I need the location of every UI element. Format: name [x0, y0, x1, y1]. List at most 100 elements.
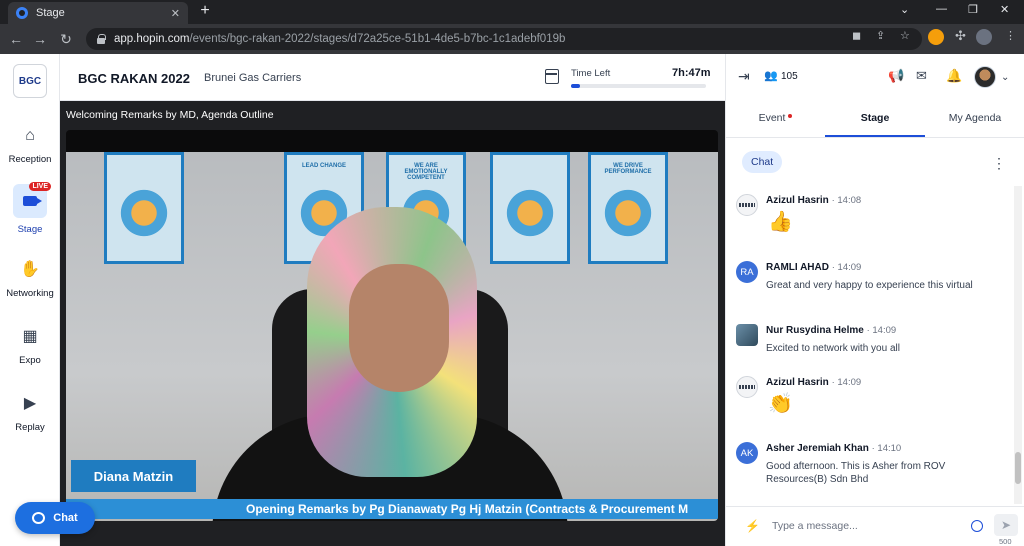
calendar-icon[interactable] [545, 69, 559, 84]
sidebar-item-expo[interactable]: ▦ Expo [0, 327, 60, 366]
share-icon[interactable]: ⇪ [876, 30, 885, 42]
avatar [736, 376, 758, 398]
avatar: RA [736, 261, 758, 283]
home-icon: ⌂ [25, 127, 35, 144]
sidebar-item-stage[interactable]: LIVE Stage [0, 182, 60, 235]
profile-avatar-icon[interactable] [976, 29, 992, 45]
reload-button[interactable]: ↻ [58, 31, 74, 47]
browser-tab[interactable]: Stage ✕ [8, 2, 188, 24]
tab-stage[interactable]: Stage [825, 112, 925, 124]
clapping-hands-icon: 👏 [768, 393, 793, 415]
bell-icon[interactable]: 🔔 [946, 69, 962, 83]
tab-my-agenda[interactable]: My Agenda [925, 112, 1024, 124]
extension-icon[interactable] [928, 29, 944, 45]
message-author[interactable]: Nur Rusydina Helme [766, 325, 864, 336]
event-logo[interactable]: BGC [13, 64, 47, 98]
hopin-favicon-icon [16, 7, 28, 19]
restore-button[interactable]: ❐ [968, 3, 978, 16]
forward-button[interactable]: → [32, 31, 48, 47]
lock-icon [96, 34, 106, 44]
sidebar-item-label: Expo [19, 355, 41, 366]
organizer-name[interactable]: Brunei Gas Carriers [204, 72, 301, 84]
message-input[interactable] [772, 516, 968, 536]
time-left-label: Time Left [571, 68, 611, 79]
chat-scrollbar[interactable] [1014, 186, 1022, 504]
message-text: Excited to network with you all [766, 343, 900, 354]
message-time: · 14:10 [871, 443, 902, 454]
browser-toolbar: ← → ↻ app.hopin.com/events/bgc-rakan-202… [0, 24, 1024, 54]
time-left-progress-fill [571, 84, 581, 88]
character-limit: 500 [999, 537, 1012, 546]
mute-tab-icon[interactable]: ✕ [171, 7, 180, 20]
message-author[interactable]: Asher Jeremiah Khan [766, 443, 869, 454]
url-path: /events/bgc-rakan-2022/stages/d72a25ce-5… [189, 33, 566, 45]
speaker-name-tag: Diana Matzin [71, 460, 196, 492]
event-title: BGC RAKAN 2022 [78, 71, 190, 86]
message-composer: ⚡ ➤ 500 [726, 506, 1024, 546]
message-time: · 14:09 [831, 262, 862, 273]
message-author[interactable]: RAMLI AHAD [766, 262, 829, 273]
handshake-icon: ✋ [20, 261, 40, 278]
lower-third-ticker: Opening Remarks by Pg Dianawaty Pg Hj Ma… [66, 499, 718, 519]
time-left-value: 7h:47m [672, 67, 711, 79]
speaker-face [349, 264, 449, 392]
sidebar-item-replay[interactable]: ▶ Replay [0, 394, 60, 433]
new-tab-button[interactable]: + [196, 2, 214, 20]
camera-blocked-icon[interactable]: ◼ [852, 30, 861, 42]
minimize-button[interactable]: — [936, 3, 947, 15]
tab-search-icon[interactable]: ⌄ [900, 3, 909, 16]
message-text: Great and very happy to experience this … [766, 280, 973, 291]
megaphone-icon[interactable]: 📢 [888, 69, 904, 83]
address-bar[interactable]: app.hopin.com/events/bgc-rakan-2022/stag… [86, 28, 922, 50]
chevron-down-icon[interactable]: ⌄ [1001, 71, 1009, 85]
message-author[interactable]: Azizul Hasrin [766, 195, 829, 206]
message-text: Good afternoon. This is Asher from ROV R… [766, 461, 946, 485]
message-time: · 14:08 [831, 195, 862, 206]
collapse-panel-icon[interactable]: ⇥ [738, 69, 750, 83]
browser-tab-bar: Stage ✕ + ⌄ — ❐ ✕ [0, 0, 1024, 24]
chat-messages[interactable]: Azizul Hasrin · 14:08 👍 RA RAMLI AHAD · … [726, 186, 1014, 504]
back-button[interactable]: ← [8, 31, 24, 47]
lightning-icon[interactable]: ⚡ [745, 519, 760, 533]
extensions-puzzle-icon[interactable]: ✣ [955, 29, 966, 42]
wall-poster: WE DRIVE PERFORMANCE [588, 152, 668, 264]
session-title: Welcoming Remarks by MD, Agenda Outline [66, 109, 274, 121]
tab-title: Stage [36, 7, 65, 19]
play-icon: ▶ [23, 395, 37, 412]
video-player[interactable]: LEAD CHANGE WE ARE EMOTIONALLY COMPETENT… [66, 130, 718, 521]
send-icon: ➤ [1000, 518, 1012, 532]
sidebar-item-networking[interactable]: ✋ Networking [0, 260, 60, 299]
bookmark-star-icon[interactable]: ☆ [900, 30, 910, 42]
user-avatar[interactable] [974, 66, 996, 88]
sidebar-item-reception[interactable]: ⌂ Reception [0, 126, 60, 165]
thumbs-up-icon: 👍 [768, 211, 793, 233]
camera-icon [23, 196, 42, 206]
active-tab-indicator [825, 135, 925, 137]
time-left-progress [571, 84, 706, 88]
url-host: app.hopin.com [114, 33, 190, 45]
event-header: BGC RAKAN 2022 Brunei Gas Carriers Time … [60, 54, 725, 101]
mail-icon[interactable]: ✉ [916, 69, 927, 83]
send-button[interactable]: ➤ [994, 514, 1018, 536]
message-author[interactable]: Azizul Hasrin [766, 377, 829, 388]
panel-tabs: Event Stage My Agenda [726, 100, 1024, 138]
sidebar-item-label: Stage [17, 224, 43, 235]
wall-poster [490, 152, 570, 264]
sidebar-item-label: Networking [6, 288, 54, 299]
chat-floating-button[interactable]: Chat [15, 502, 95, 534]
sidebar-item-label: Replay [15, 422, 45, 433]
attendee-count[interactable]: 105 [781, 71, 798, 82]
chat-button-label: Chat [53, 512, 78, 524]
browser-menu-icon[interactable]: ⋮ [1005, 30, 1016, 42]
chat-pill[interactable]: Chat [742, 151, 783, 173]
side-panel: ⇥ 👥 105 📢 ✉ 🔔 ⌄ Event Stage My Agenda Ch… [725, 54, 1024, 546]
live-badge: LIVE [29, 182, 51, 191]
close-window-button[interactable]: ✕ [1000, 3, 1009, 16]
emoji-picker-icon[interactable] [971, 520, 983, 532]
more-options-icon[interactable]: ⋮ [992, 155, 1006, 172]
tab-event[interactable]: Event [726, 112, 825, 124]
avatar: AK [736, 442, 758, 464]
people-icon: 👥 [764, 70, 778, 82]
scrollbar-thumb[interactable] [1015, 452, 1021, 484]
stage-icon-box: LIVE [13, 182, 51, 218]
